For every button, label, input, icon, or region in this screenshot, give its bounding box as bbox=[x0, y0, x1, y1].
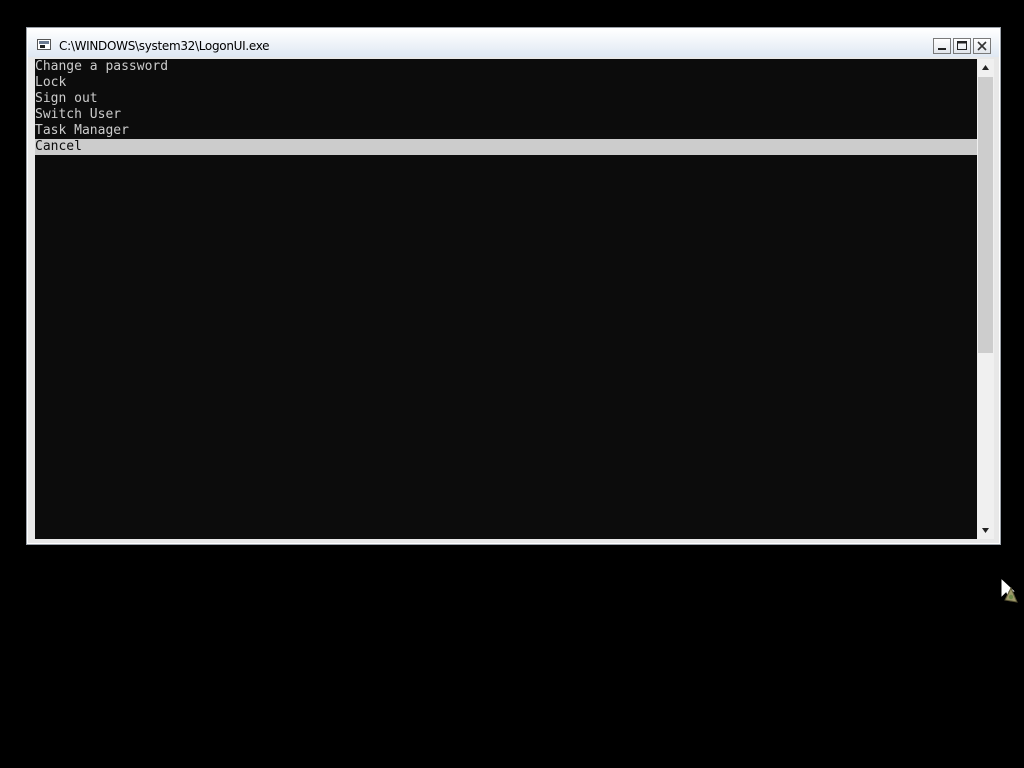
menu-item-task-manager[interactable]: Task Manager bbox=[35, 123, 977, 139]
scrollbar-thumb[interactable] bbox=[978, 77, 993, 353]
close-button[interactable] bbox=[973, 38, 991, 54]
scroll-down-button[interactable] bbox=[977, 522, 994, 539]
menu-item-switch-user[interactable]: Switch User bbox=[35, 107, 977, 123]
menu-item-sign-out[interactable]: Sign out bbox=[35, 91, 977, 107]
console-window-icon[interactable] bbox=[37, 39, 51, 50]
busy-cursor-icon bbox=[1000, 576, 1018, 603]
window-title: C:\WINDOWS\system32\LogonUI.exe bbox=[59, 39, 270, 53]
minimize-button[interactable] bbox=[933, 38, 951, 54]
maximize-button[interactable] bbox=[953, 38, 971, 54]
menu-item-lock[interactable]: Lock bbox=[35, 75, 977, 91]
arrow-up-icon bbox=[982, 65, 989, 70]
minimize-icon bbox=[938, 48, 946, 50]
arrow-down-icon bbox=[982, 528, 989, 533]
logonui-console-window: C:\WINDOWS\system32\LogonUI.exe Change a… bbox=[26, 27, 1001, 545]
menu-item-cancel[interactable]: Cancel bbox=[35, 139, 977, 155]
console-output[interactable]: Change a password Lock Sign out Switch U… bbox=[35, 59, 977, 539]
maximize-icon bbox=[957, 41, 967, 50]
title-bar[interactable]: C:\WINDOWS\system32\LogonUI.exe bbox=[28, 29, 999, 57]
scroll-up-button[interactable] bbox=[977, 59, 994, 76]
caption-buttons bbox=[933, 38, 991, 54]
vertical-scrollbar[interactable] bbox=[977, 59, 994, 539]
menu-item-change-password[interactable]: Change a password bbox=[35, 59, 977, 75]
close-icon bbox=[977, 41, 987, 51]
